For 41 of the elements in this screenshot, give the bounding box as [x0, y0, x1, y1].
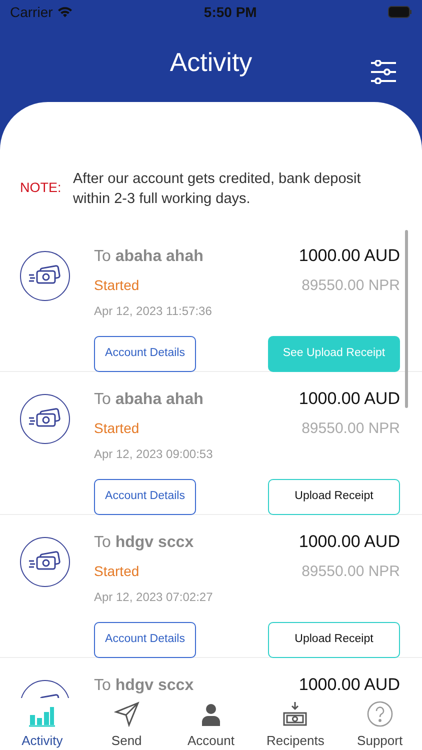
account-details-button[interactable]: Account Details [94, 336, 196, 372]
status-time: 5:50 PM [204, 2, 257, 22]
carrier-label: Carrier [10, 2, 53, 22]
transfer-date: Apr 12, 2023 09:00:53 [94, 446, 214, 463]
converted-amount: 89550.00 NPR [302, 419, 400, 440]
amount: 1000.00 AUD [298, 674, 400, 696]
battery-icon [388, 6, 412, 18]
help-icon [366, 700, 393, 726]
tab-button[interactable]: Send [84, 698, 169, 750]
note-label: NOTE: [20, 179, 62, 197]
transfer-status: Started [94, 562, 140, 582]
recipient-name: To hdgv sccx [94, 676, 194, 696]
tab-button[interactable]: Support [338, 698, 422, 750]
note-text: After our account gets credited, bank deposit within 2-3 full working days. [73, 170, 362, 209]
amount: 1000.00 AUD [298, 388, 400, 410]
account-details-button[interactable]: Account Details [94, 622, 196, 658]
upload-receipt-button[interactable]: Upload Receipt [268, 622, 400, 658]
converted-amount: 89550.00 NPR [302, 562, 400, 582]
recipient-name: To abaha ahah [94, 390, 204, 410]
recipient-name: To hdgv sccx [94, 533, 194, 554]
amount: 1000.00 AUD [298, 245, 400, 268]
transfer-status: Started [94, 419, 140, 438]
money-icon [20, 537, 70, 588]
tab-button[interactable]: Activity [0, 698, 84, 750]
account-details-button[interactable]: Account Details [94, 478, 196, 515]
banknote-icon [282, 700, 308, 726]
transfer-status: Started [94, 276, 140, 296]
transfer-date: Apr 12, 2023 07:02:27 [94, 588, 214, 606]
transfer-date: Apr 12, 2023 11:57:36 [94, 302, 213, 320]
filter-icon[interactable] [370, 60, 396, 84]
recipient-name: To abaha ahah [94, 247, 204, 268]
page-title: Activity [170, 47, 252, 79]
amount: 1000.00 AUD [298, 531, 400, 554]
paper-plane-icon [114, 700, 140, 726]
wifi-icon [56, 6, 73, 18]
tab-button[interactable]: Account [168, 698, 254, 750]
converted-amount: 89550.00 NPR [302, 276, 400, 296]
money-icon [20, 394, 70, 444]
upload-receipt-button[interactable]: Upload Receipt [268, 478, 400, 515]
money-icon [20, 251, 70, 302]
tab-button[interactable]: Recipents [253, 698, 338, 750]
